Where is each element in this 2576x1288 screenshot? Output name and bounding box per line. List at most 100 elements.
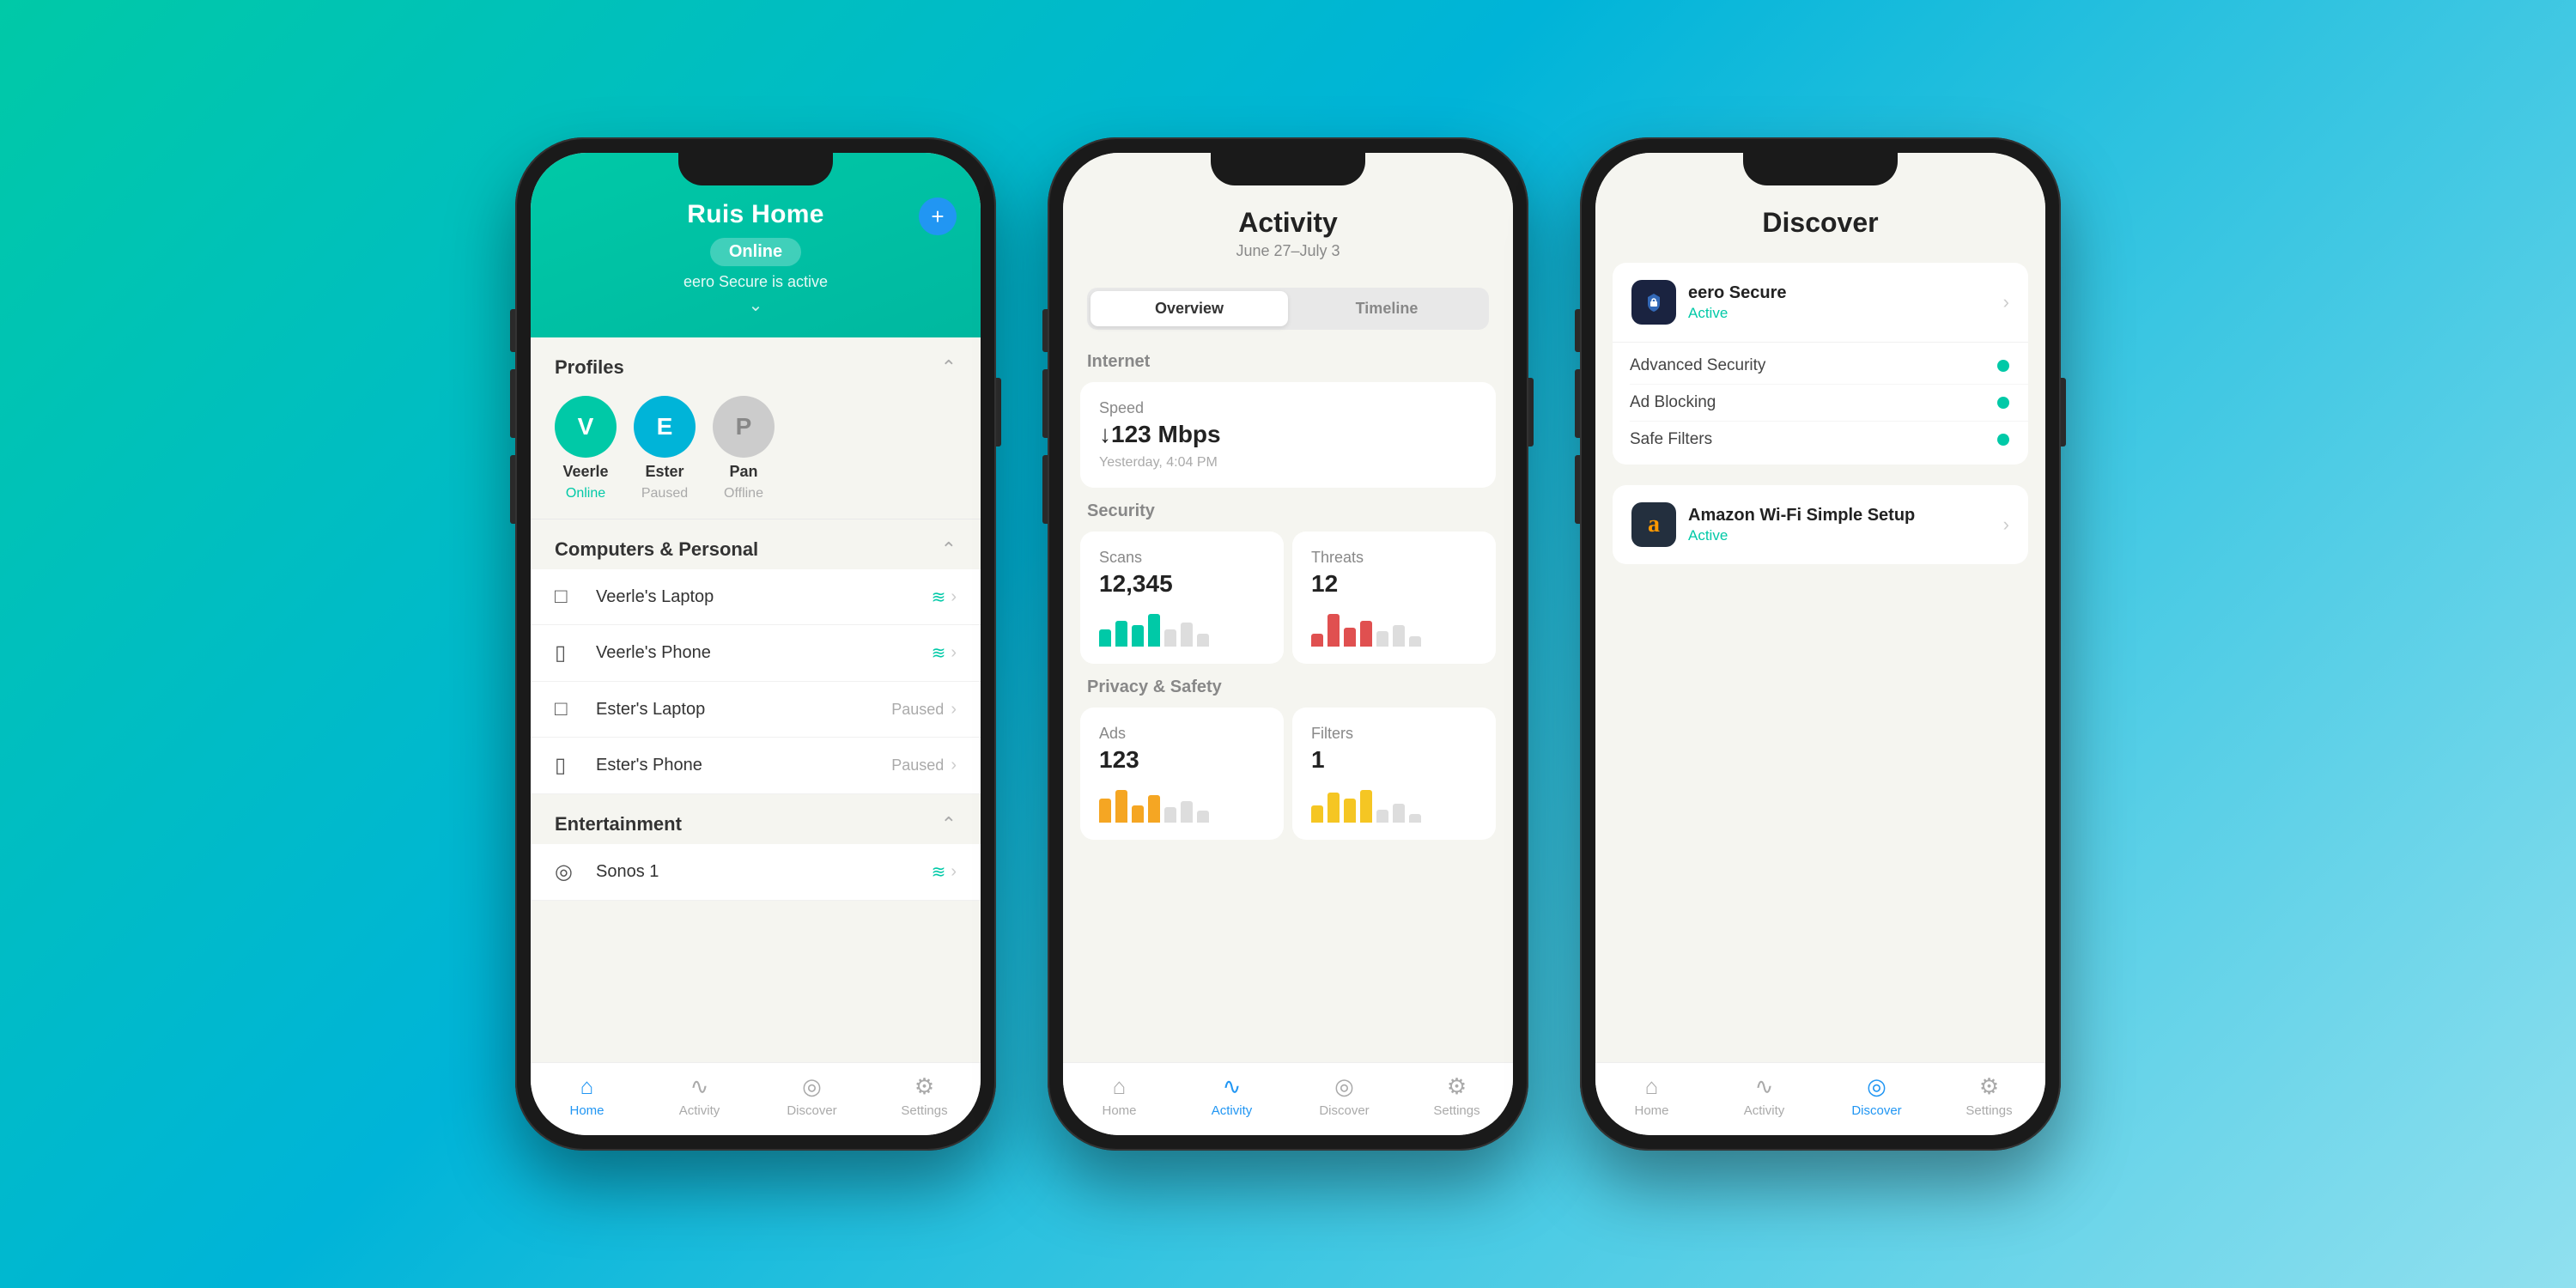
entertainment-section-header: Entertainment ⌃ [531, 794, 981, 844]
activity-date: June 27–July 3 [1087, 242, 1489, 260]
chevron-right-icon: › [951, 862, 957, 882]
profile-ester[interactable]: E Ester Paused [634, 396, 696, 501]
avatar-pan: P [713, 396, 775, 458]
entertainment-collapse-icon[interactable]: ⌃ [941, 813, 957, 835]
speed-label: Speed [1099, 399, 1477, 417]
eero-secure-name: eero Secure [1688, 283, 2003, 303]
nav-home-label: Home [1634, 1103, 1668, 1118]
laptop-icon: □ [555, 697, 586, 721]
device-veerles-phone[interactable]: ▯ Veerle's Phone ≋ › [531, 625, 981, 682]
chevron-right-icon: › [951, 587, 957, 607]
profile-status-ester: Paused [641, 486, 688, 501]
amazon-icon: a [1631, 502, 1676, 547]
filters-chart [1311, 784, 1477, 823]
feature-label: Advanced Security [1630, 356, 1997, 375]
profiles-section-header: Profiles ⌃ [531, 337, 981, 387]
nav-discover[interactable]: ◎ Discover [756, 1073, 868, 1118]
activity-title: Activity [1087, 200, 1489, 239]
nav-home[interactable]: ⌂ Home [1595, 1073, 1708, 1118]
computers-collapse-icon[interactable]: ⌃ [941, 538, 957, 561]
active-dot [1997, 434, 2009, 446]
device-name: Ester's Laptop [596, 700, 891, 720]
phones-container: Ruis Home + Online eero Secure is active… [515, 137, 2061, 1151]
nav-settings[interactable]: ⚙ Settings [1400, 1073, 1513, 1118]
privacy-cards: Ads 123 Filters [1080, 708, 1496, 840]
nav-activity[interactable]: ∿ Activity [1176, 1073, 1288, 1118]
online-badge: Online [710, 238, 801, 266]
chevron-down-icon[interactable]: ⌄ [749, 295, 763, 316]
phone-1: Ruis Home + Online eero Secure is active… [515, 137, 996, 1151]
device-paused-label: Paused [891, 701, 944, 719]
home-nav-icon: ⌂ [580, 1073, 594, 1100]
activity-nav-icon: ∿ [1755, 1073, 1774, 1100]
nav-discover[interactable]: ◎ Discover [1288, 1073, 1400, 1118]
phone-3: Discover eero Secure [1580, 137, 2061, 1151]
chevron-right-icon: › [2003, 513, 2009, 536]
notch-1 [678, 153, 833, 185]
nav-home-label: Home [569, 1103, 604, 1118]
nav-discover-label: Discover [1851, 1103, 1901, 1118]
profile-veerle[interactable]: V Veerle Online [555, 396, 617, 501]
wifi-icon: ≋ [932, 586, 946, 608]
discover-nav-icon: ◎ [1334, 1073, 1354, 1100]
nav-settings-label: Settings [901, 1103, 947, 1118]
device-veerles-laptop[interactable]: □ Veerle's Laptop ≋ › [531, 569, 981, 625]
profile-name-veerle: Veerle [562, 463, 608, 481]
amazon-status: Active [1688, 527, 2003, 544]
chevron-right-icon: › [951, 756, 957, 775]
eero-secure-item[interactable]: eero Secure Active › [1613, 263, 2028, 343]
device-list: □ Veerle's Laptop ≋ › ▯ Veerle's Phone ≋… [531, 569, 981, 794]
home-nav-icon: ⌂ [1113, 1073, 1127, 1100]
security-cards: Scans 12,345 Threats [1080, 532, 1496, 664]
internet-label: Internet [1063, 343, 1513, 377]
nav-activity[interactable]: ∿ Activity [1708, 1073, 1820, 1118]
nav-activity[interactable]: ∿ Activity [643, 1073, 756, 1118]
phone-icon: ▯ [555, 641, 586, 665]
threats-value: 12 [1311, 570, 1477, 598]
computers-section-header: Computers & Personal ⌃ [531, 519, 981, 569]
profiles-row: V Veerle Online E Ester Paused P Pan [531, 387, 981, 519]
tab-timeline[interactable]: Timeline [1288, 291, 1485, 326]
speed-card: Speed ↓123 Mbps Yesterday, 4:04 PM [1080, 382, 1496, 488]
amazon-name: Amazon Wi-Fi Simple Setup [1688, 506, 2003, 526]
settings-nav-icon: ⚙ [1979, 1073, 1999, 1100]
threats-card: Threats 12 [1292, 532, 1496, 664]
profile-name-pan: Pan [729, 463, 757, 481]
speaker-icon: ◎ [555, 860, 586, 884]
chevron-right-icon: › [951, 643, 957, 663]
profile-pan[interactable]: P Pan Offline [713, 396, 775, 501]
device-esters-phone[interactable]: ▯ Ester's Phone Paused › [531, 738, 981, 794]
scans-value: 12,345 [1099, 570, 1265, 598]
nav-settings-label: Settings [1433, 1103, 1479, 1118]
device-esters-laptop[interactable]: □ Ester's Laptop Paused › [531, 682, 981, 738]
nav-home[interactable]: ⌂ Home [1063, 1073, 1176, 1118]
eero-secure-card: eero Secure Active › Advanced Security A… [1613, 263, 2028, 465]
discover-bottom-nav: ⌂ Home ∿ Activity ◎ Discover ⚙ Settings [1595, 1062, 2045, 1135]
device-sonos[interactable]: ◎ Sonos 1 ≋ › [531, 844, 981, 901]
filters-value: 1 [1311, 746, 1477, 774]
amazon-item[interactable]: a Amazon Wi-Fi Simple Setup Active › [1613, 485, 2028, 564]
feature-advanced-security: Advanced Security [1630, 348, 2028, 385]
add-button[interactable]: + [919, 197, 957, 235]
profiles-collapse-icon[interactable]: ⌃ [941, 356, 957, 379]
scans-card: Scans 12,345 [1080, 532, 1284, 664]
entertainment-label: Entertainment [555, 813, 682, 835]
ads-value: 123 [1099, 746, 1265, 774]
nav-settings[interactable]: ⚙ Settings [1933, 1073, 2045, 1118]
settings-nav-icon: ⚙ [1447, 1073, 1467, 1100]
scans-label: Scans [1099, 549, 1265, 567]
settings-nav-icon: ⚙ [914, 1073, 934, 1100]
device-name: Veerle's Phone [596, 643, 932, 663]
nav-home[interactable]: ⌂ Home [531, 1073, 643, 1118]
nav-home-label: Home [1102, 1103, 1136, 1118]
activity-nav-icon: ∿ [1223, 1073, 1242, 1100]
discover-nav-icon: ◎ [802, 1073, 822, 1100]
device-name: Sonos 1 [596, 862, 932, 882]
ads-chart [1099, 784, 1265, 823]
nav-settings[interactable]: ⚙ Settings [868, 1073, 981, 1118]
eero-secure-info: eero Secure Active [1688, 283, 2003, 322]
tab-overview[interactable]: Overview [1091, 291, 1288, 326]
nav-discover[interactable]: ◎ Discover [1820, 1073, 1933, 1118]
speed-value: ↓123 Mbps [1099, 421, 1477, 448]
nav-settings-label: Settings [1965, 1103, 2012, 1118]
